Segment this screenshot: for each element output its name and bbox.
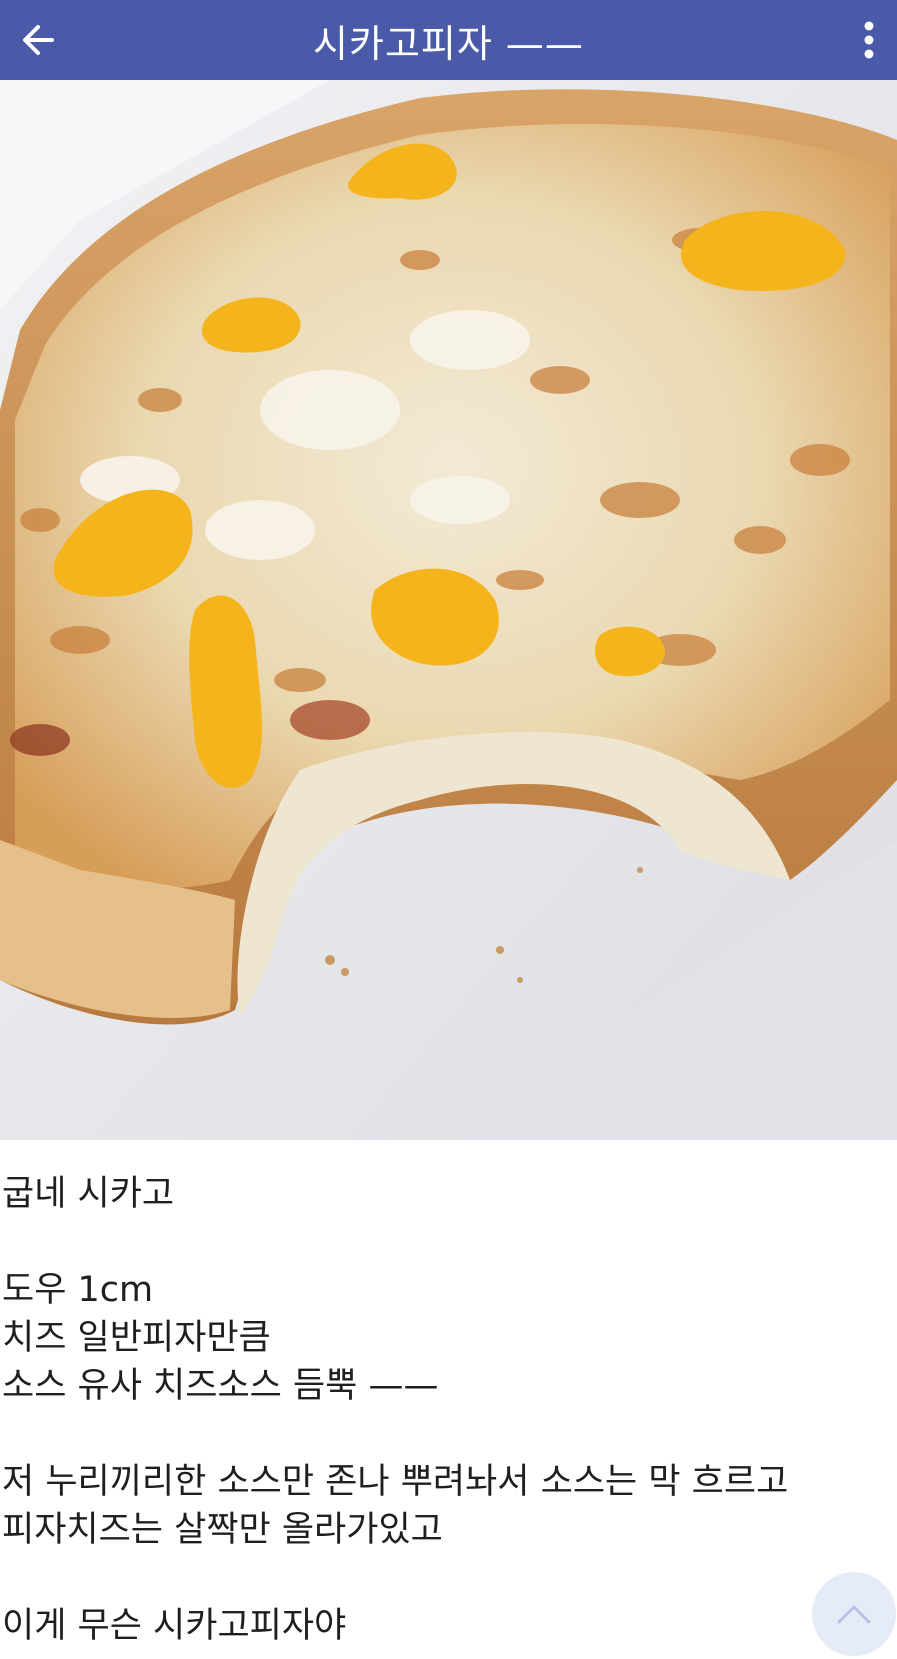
more-button[interactable] — [847, 10, 891, 70]
post-line: 굽네 시카고 — [2, 1174, 175, 1214]
more-vertical-icon — [864, 21, 874, 59]
post-body: 굽네 시카고 도우 1cm 치즈 일반피자만큼 소스 유사 치즈소스 듬뿍 ——… — [2, 1170, 892, 1650]
post-line: 소스 유사 치즈소스 듬뿍 —— — [2, 1366, 439, 1406]
chevron-up-icon — [837, 1605, 871, 1624]
app-bar: 시카고피자 —— — [0, 0, 897, 80]
post-line: 피자치즈는 살짝만 올라가있고 — [2, 1510, 443, 1550]
page-title: 시카고피자 —— — [313, 21, 584, 66]
post-line: 치즈 일반피자만큼 — [2, 1318, 271, 1358]
post-line: 도우 1cm — [2, 1270, 154, 1310]
pizza-photo-drawing — [0, 80, 897, 1140]
scroll-to-top-button[interactable] — [812, 1572, 896, 1656]
pizza-photo[interactable] — [0, 80, 897, 1140]
post-line: 저 누리끼리한 소스만 존나 뿌려놔서 소스는 막 흐르고 — [2, 1462, 789, 1502]
post-line: 이게 무슨 시카고피자야 — [2, 1606, 347, 1646]
